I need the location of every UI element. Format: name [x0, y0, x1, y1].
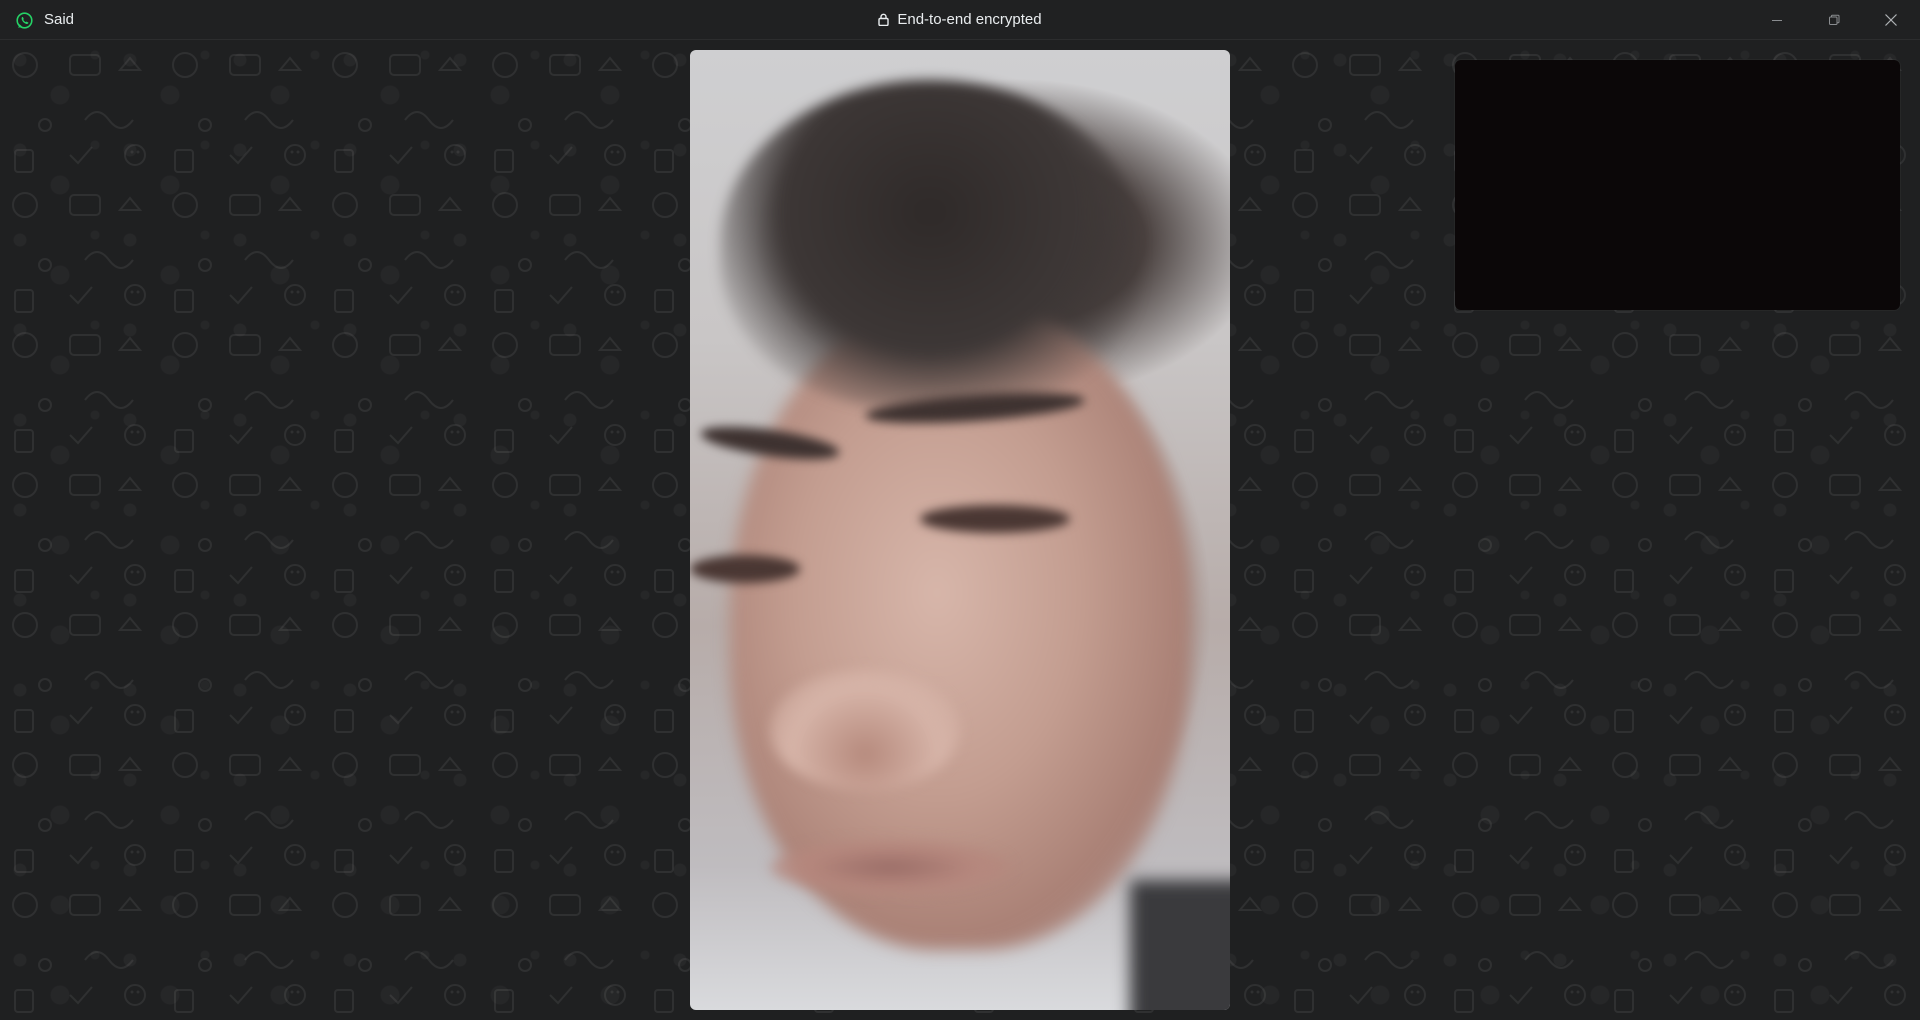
lock-icon	[878, 13, 890, 26]
video-detail	[770, 840, 1010, 895]
video-detail	[920, 505, 1070, 533]
remote-video-feed[interactable]	[690, 50, 1230, 1010]
encryption-status: End-to-end encrypted	[0, 11, 1920, 28]
close-button[interactable]	[1863, 0, 1919, 40]
video-detail	[1130, 880, 1230, 1010]
minimize-icon	[1772, 20, 1782, 21]
restore-icon	[1829, 14, 1840, 25]
video-detail	[770, 670, 960, 790]
minimize-button[interactable]	[1749, 0, 1805, 40]
restore-button[interactable]	[1806, 0, 1862, 40]
title-bar: Said End-to-end encrypted	[0, 0, 1920, 40]
video-hair-region	[720, 80, 1140, 410]
video-detail	[690, 555, 800, 583]
self-video-preview[interactable]	[1455, 60, 1900, 310]
close-icon	[1885, 14, 1897, 26]
encryption-label: End-to-end encrypted	[897, 11, 1042, 28]
